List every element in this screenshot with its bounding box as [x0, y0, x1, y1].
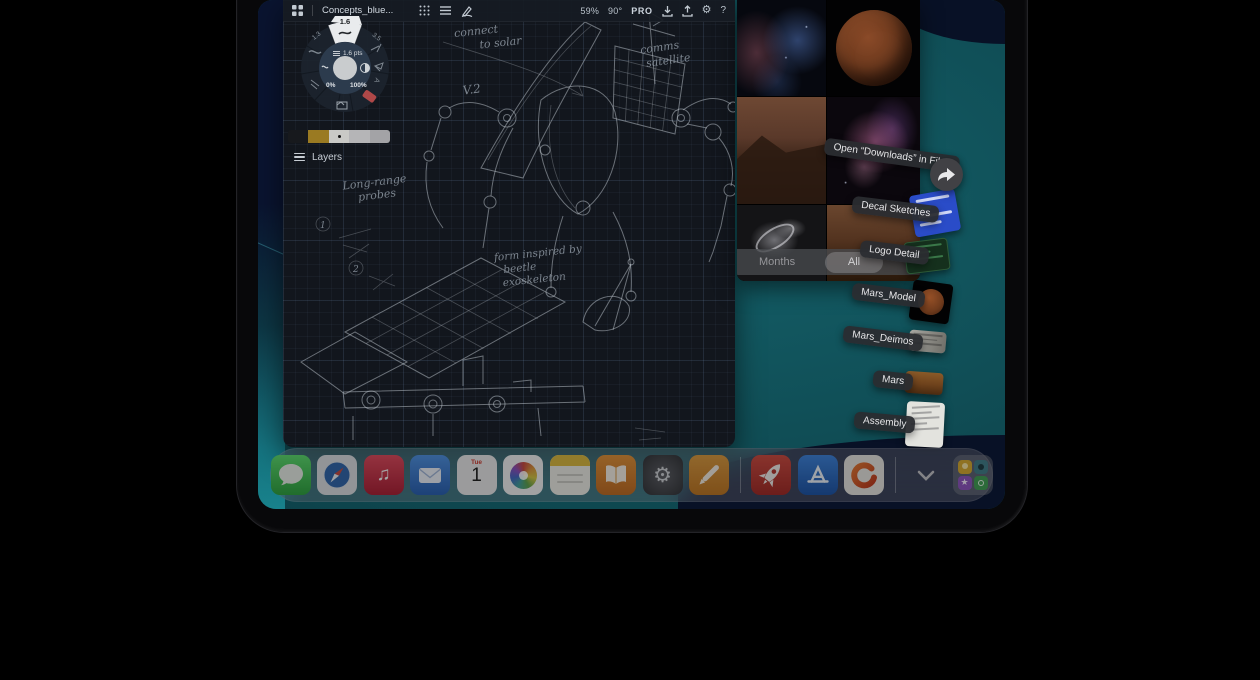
- chevron-down-icon: [919, 472, 933, 479]
- forward-arrow-icon: [937, 167, 956, 182]
- rotation-angle[interactable]: 90°: [608, 6, 622, 16]
- color-swatch-bar[interactable]: [288, 130, 390, 143]
- gear-glyph: ⚙: [643, 455, 683, 495]
- opacity-max: 100%: [350, 82, 367, 89]
- export-share-icon[interactable]: [682, 5, 693, 17]
- mail-app-icon[interactable]: [410, 455, 450, 495]
- swatch-gray[interactable]: [349, 130, 369, 143]
- app-library-icon[interactable]: [953, 455, 993, 495]
- photos-app-icon[interactable]: [503, 455, 543, 495]
- circled-note-1: 1: [320, 221, 326, 231]
- music-app-icon[interactable]: ♫: [364, 455, 404, 495]
- dock-collapse-chevron[interactable]: [906, 455, 946, 495]
- notes-app-icon[interactable]: [550, 455, 590, 495]
- app-store-icon[interactable]: [798, 455, 838, 495]
- layers-button[interactable]: Layers: [294, 151, 342, 163]
- messages-app-icon[interactable]: [271, 455, 311, 495]
- app-library-mini-star: [958, 476, 972, 490]
- sketch-pen-app-icon[interactable]: [689, 455, 729, 495]
- concepts-app-window: 1 2 connect to solar comms satellite V.2…: [283, 0, 735, 447]
- zoom-level[interactable]: 59%: [580, 6, 599, 16]
- swatch-black[interactable]: [288, 130, 308, 143]
- pen-tool-icon[interactable]: [461, 5, 473, 17]
- photos-flower-glyph: [510, 462, 537, 489]
- dock: ♫ Tue 1 ⚙: [270, 448, 993, 502]
- opacity-min: 0%: [326, 82, 336, 89]
- concepts-app-icon[interactable]: [844, 455, 884, 495]
- ipad-screen: 1 2 connect to solar comms satellite V.2…: [258, 0, 1005, 509]
- calendar-app-icon[interactable]: Tue 1: [457, 455, 497, 495]
- dock-divider: [740, 457, 741, 493]
- books-app-icon[interactable]: [596, 455, 636, 495]
- music-note-glyph: ♫: [364, 455, 404, 495]
- selected-brush-size: 1.6: [340, 17, 350, 26]
- layer-stack-icon[interactable]: [439, 5, 452, 16]
- swatch-gold[interactable]: [308, 130, 328, 143]
- dock-divider: [895, 457, 896, 493]
- app-library-mini-tips: [958, 460, 972, 474]
- annotation-version: V.2: [462, 81, 482, 97]
- selected-swatch-dot: [338, 135, 341, 138]
- circled-note-2: 2: [352, 265, 359, 275]
- drag-handle-dots-icon[interactable]: [419, 5, 430, 16]
- annotation-form: form inspired by: [492, 243, 583, 264]
- page-background: 1 2 connect to solar comms satellite V.2…: [0, 0, 1260, 680]
- settings-app-icon[interactable]: ⚙: [643, 455, 683, 495]
- safari-app-icon[interactable]: [317, 455, 357, 495]
- brush-tool-wheel[interactable]: 1.6 1.3 3.5 A 1.6 pts: [295, 12, 395, 116]
- wallpaper-left-strip: [258, 0, 285, 509]
- photo-nebula[interactable]: [737, 0, 826, 96]
- app-library-mini-clock: [974, 476, 988, 490]
- photo-mars-landscape[interactable]: [737, 97, 826, 204]
- rocket-app-icon[interactable]: [751, 455, 791, 495]
- swatch-dark-gray[interactable]: [370, 130, 390, 143]
- layers-label: Layers: [312, 152, 342, 163]
- calendar-day: 1: [457, 465, 497, 487]
- help-button[interactable]: ?: [720, 5, 726, 16]
- drop-forward-button[interactable]: [930, 158, 963, 191]
- swatch-light-gray[interactable]: [329, 130, 349, 143]
- settings-gear-icon[interactable]: ⚙: [702, 5, 712, 16]
- import-icon[interactable]: [662, 5, 673, 17]
- app-library-mini-camera: [974, 460, 988, 474]
- months-tab[interactable]: Months: [759, 256, 795, 268]
- drag-label-mars[interactable]: Mars: [872, 370, 914, 391]
- stroke-width-label: 1.6 pts: [343, 50, 363, 57]
- photo-mars-planet[interactable]: [827, 0, 920, 96]
- layers-menu-icon: [294, 151, 305, 163]
- pro-badge[interactable]: PRO: [631, 6, 652, 16]
